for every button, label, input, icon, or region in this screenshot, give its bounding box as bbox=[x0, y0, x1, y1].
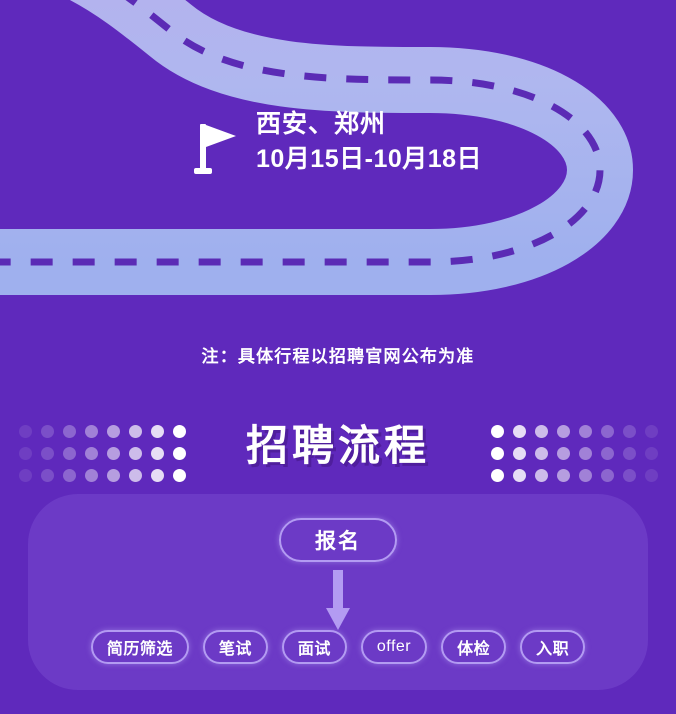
schedule-note: 注：具体行程以招聘官网公布为准 bbox=[201, 347, 475, 366]
recruitment-poster: 西安、郑州 10月15日-10月18日 注：具体行程以招聘官网公布为准 招聘流程… bbox=[0, 0, 676, 714]
flag-icon bbox=[194, 124, 236, 174]
route-stop: 西安、郑州 10月15日-10月18日 bbox=[192, 112, 482, 178]
flow-step-apply[interactable]: 报名 bbox=[279, 518, 397, 562]
section-title: 招聘流程 bbox=[245, 422, 430, 469]
apply-row: 报名 bbox=[28, 518, 648, 562]
flow-arrow bbox=[28, 570, 648, 632]
flow-step-4[interactable]: offer bbox=[360, 630, 428, 664]
section-header: 招聘流程 bbox=[0, 404, 676, 488]
route-cities: 西安、郑州 bbox=[256, 110, 387, 138]
arrow-down-icon bbox=[326, 570, 350, 630]
flow-step-2[interactable]: 笔试 bbox=[202, 630, 268, 664]
route-stop-text: 西安、郑州 10月15日-10月18日 bbox=[256, 112, 482, 172]
route-dates: 10月15日-10月18日 bbox=[256, 145, 483, 173]
flow-step-1[interactable]: 简历筛选 bbox=[90, 630, 189, 664]
flow-steps: 简历筛选 笔试 面试 offer 体检 入职 bbox=[28, 630, 648, 664]
flow-step-5[interactable]: 体检 bbox=[441, 630, 507, 664]
recruitment-flow-card: 报名 简历筛选 笔试 面试 offer 体检 入职 bbox=[28, 494, 648, 690]
flow-step-3[interactable]: 面试 bbox=[281, 630, 347, 664]
flow-step-6[interactable]: 入职 bbox=[520, 630, 586, 664]
